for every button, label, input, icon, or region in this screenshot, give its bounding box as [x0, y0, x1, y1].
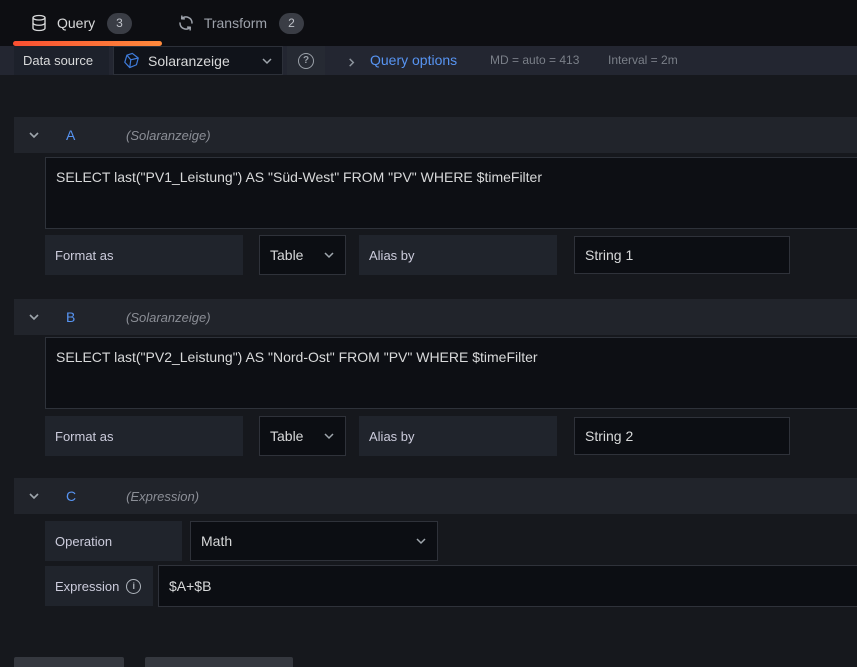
query-row-header-a[interactable]: A (Solaranzeige) [14, 117, 857, 153]
database-icon [30, 14, 48, 32]
editor-tabbar: Query 3 Transform 2 [0, 0, 857, 46]
query-type-name: (Expression) [126, 489, 199, 504]
add-expression-button[interactable]: + [145, 657, 293, 667]
alias-by-input[interactable] [574, 236, 790, 274]
chevron-down-icon [323, 249, 335, 261]
alias-by-label: Alias by [359, 416, 557, 456]
format-as-select[interactable]: Table [259, 235, 346, 275]
format-as-value: Table [270, 247, 303, 263]
query-ref-letter: A [66, 127, 76, 143]
interval-info: Interval = 2m [608, 46, 678, 75]
operation-select[interactable]: Math [190, 521, 438, 561]
chevron-down-icon [27, 489, 41, 503]
transform-count-badge: 2 [279, 13, 304, 34]
operation-value: Math [201, 533, 232, 549]
query-row-header-c[interactable]: C (Expression) [14, 478, 857, 514]
chevron-down-icon [27, 128, 41, 142]
datasource-picker[interactable]: Solaranzeige [113, 46, 283, 75]
query-b-sql-editor[interactable]: SELECT last("PV2_Leistung") AS "Nord-Ost… [45, 337, 857, 409]
tab-transform[interactable]: Transform 2 [177, 13, 304, 34]
query-options-toggle[interactable]: Query options [370, 46, 457, 75]
query-ref-letter: C [66, 488, 76, 504]
alias-by-label: Alias by [359, 235, 557, 275]
operation-label: Operation [45, 521, 182, 561]
datasource-label: Data source [14, 46, 109, 75]
datasource-row: Data source Solaranzeige ? Query options… [0, 46, 857, 75]
tab-query[interactable]: Query 3 [30, 13, 132, 34]
grafana-query-editor: Query 3 Transform 2 Data source [0, 0, 857, 667]
query-a-sql-editor[interactable]: SELECT last("PV1_Leistung") AS "Süd-West… [45, 157, 857, 229]
format-as-label: Format as [45, 416, 243, 456]
query-ref-letter: B [66, 309, 76, 325]
help-icon: ? [298, 53, 314, 69]
chevron-down-icon [323, 430, 335, 442]
query-datasource-name: (Solaranzeige) [126, 128, 211, 143]
info-icon: i [126, 579, 141, 594]
format-as-value: Table [270, 428, 303, 444]
format-as-select[interactable]: Table [259, 416, 346, 456]
tab-query-label: Query [57, 15, 95, 31]
expression-input[interactable] [158, 565, 857, 607]
chevron-down-icon [261, 55, 273, 67]
query-row-header-b[interactable]: B (Solaranzeige) [14, 299, 857, 335]
alias-by-input[interactable] [574, 417, 790, 455]
format-as-label: Format as [45, 235, 243, 275]
max-data-points-info: MD = auto = 413 [490, 46, 579, 75]
expression-label-box: Expression i [45, 566, 153, 606]
datasource-help-button[interactable]: ? [287, 46, 325, 75]
query-count-badge: 3 [107, 13, 132, 34]
tab-transform-label: Transform [204, 15, 267, 31]
expression-label: Expression [55, 579, 119, 594]
transform-icon [177, 14, 195, 32]
influxdb-icon [123, 52, 140, 69]
add-query-button[interactable]: + [14, 657, 124, 667]
chevron-down-icon [27, 310, 41, 324]
datasource-value: Solaranzeige [148, 53, 230, 69]
query-datasource-name: (Solaranzeige) [126, 310, 211, 325]
chevron-down-icon [415, 535, 427, 547]
query-options-chevron-right-icon[interactable] [346, 55, 357, 73]
